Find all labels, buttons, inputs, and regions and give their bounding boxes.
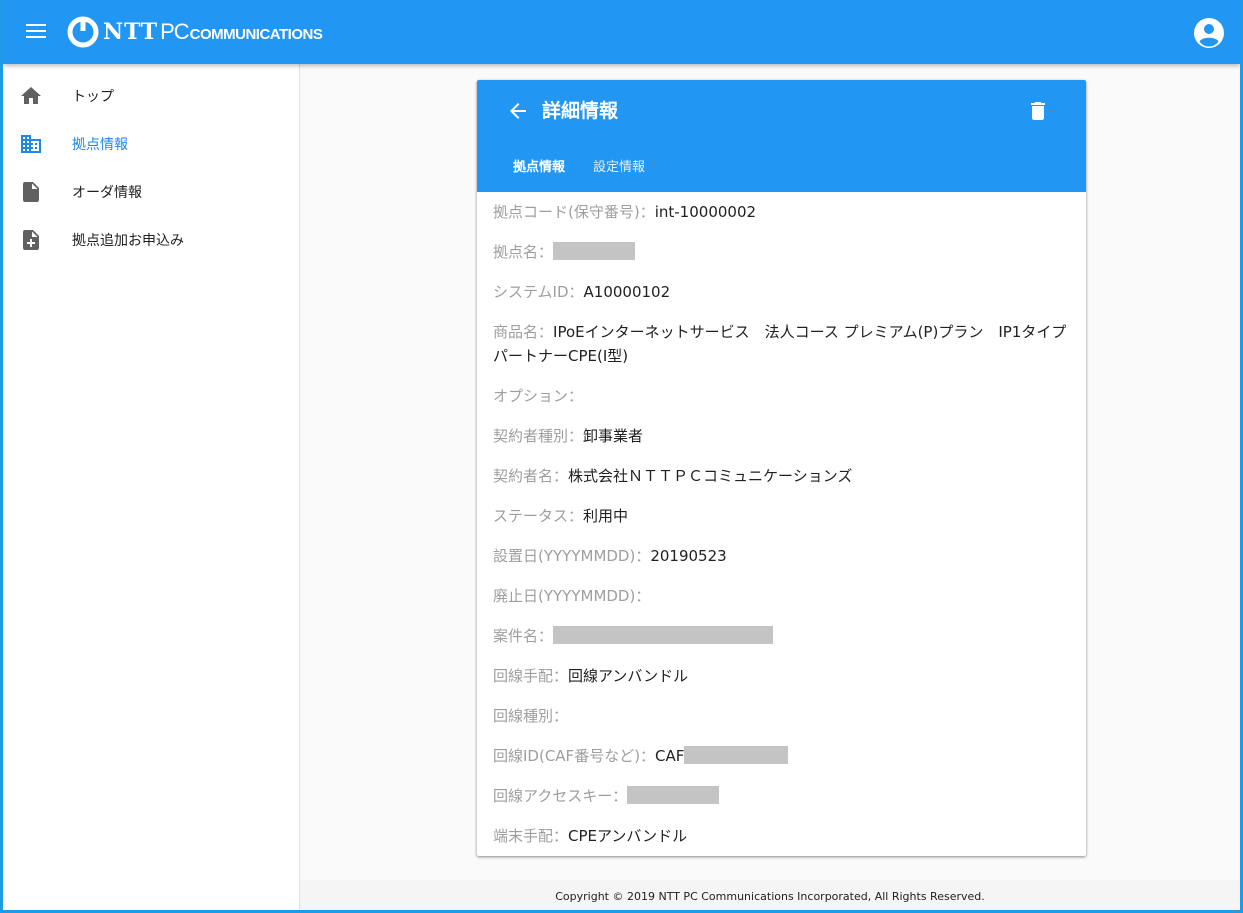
tab-site-info[interactable]: 拠点情報	[513, 156, 565, 175]
field-value: 回線アンバンドル	[568, 667, 689, 685]
sidebar-item-site-info[interactable]: 拠点情報	[3, 120, 299, 168]
document-icon	[23, 182, 39, 202]
tab-settings-info[interactable]: 設定情報	[593, 156, 645, 175]
field-value: CPEアンバンドル	[568, 827, 688, 845]
field-label: 回線種別：	[493, 707, 569, 725]
field-value: 株式会社ＮＴＴＰＣコミュニケーションズ	[568, 467, 853, 485]
field-label: 回線ID(CAF番号など)：	[493, 747, 656, 765]
field-line-id: 回線ID(CAF番号など)：CAF	[493, 744, 1073, 784]
field-label: オプション：	[493, 387, 584, 405]
main-content: 詳細情報 拠点情報 設定情報 拠点コード(保守番号)：int-10000002 …	[300, 64, 1240, 910]
field-project-name: 案件名：	[493, 624, 1073, 664]
field-terminal-arrangement: 端末手配：CPEアンバンドル	[493, 824, 1073, 864]
field-system-id: システムID：A10000102	[493, 280, 1073, 320]
redacted-value	[627, 786, 720, 804]
field-label: 端末手配：	[493, 827, 569, 845]
redacted-value	[553, 626, 774, 644]
page-title: 詳細情報	[542, 100, 619, 122]
home-icon	[21, 87, 41, 104]
sidebar-item-label: 拠点情報	[72, 137, 128, 153]
field-value: CAF	[655, 747, 685, 765]
field-contractor-name: 契約者名：株式会社ＮＴＴＰＣコミュニケーションズ	[493, 464, 1073, 504]
field-label: 案件名：	[493, 627, 554, 645]
field-label: 契約者種別：	[493, 427, 584, 445]
logo-communications-text: COMMUNICATIONS	[189, 26, 323, 43]
sidebar-item-add-site-application[interactable]: 拠点追加お申込み	[3, 216, 299, 264]
card-header: 詳細情報 拠点情報 設定情報	[477, 80, 1086, 192]
field-label: 契約者名：	[493, 467, 569, 485]
sidebar-item-label: トップ	[72, 89, 114, 105]
sidebar-item-label: オーダ情報	[72, 185, 142, 201]
field-label: 商品名：	[493, 323, 554, 341]
field-label: ステータス：	[493, 507, 584, 525]
field-abolish-date: 廃止日(YYYYMMDD)：	[493, 584, 1073, 624]
field-value: int-10000002	[654, 203, 757, 221]
field-value: 20190523	[650, 547, 727, 565]
field-site-name: 拠点名：	[493, 240, 1073, 280]
detail-fields: 拠点コード(保守番号)：int-10000002 拠点名： システムID：A10…	[493, 200, 1073, 864]
app-window: NTT PC COMMUNICATIONS トップ 拠点情報 オーダ情報 拠点追…	[3, 0, 1240, 910]
field-status: ステータス：利用中	[493, 504, 1073, 544]
field-site-code: 拠点コード(保守番号)：int-10000002	[493, 200, 1073, 240]
sidebar-nav: トップ 拠点情報 オーダ情報 拠点追加お申込み	[3, 64, 300, 910]
ntt-logo-mark-icon	[67, 16, 99, 48]
sidebar-item-label: 拠点追加お申込み	[72, 233, 184, 249]
detail-card: 詳細情報 拠点情報 設定情報 拠点コード(保守番号)：int-10000002 …	[477, 80, 1086, 856]
field-label: 拠点名：	[493, 243, 554, 261]
field-line-access-key: 回線アクセスキー：	[493, 784, 1073, 824]
field-value: A10000102	[583, 283, 671, 301]
field-option: オプション：	[493, 384, 1073, 424]
field-value: 卸事業者	[583, 427, 644, 445]
field-label: 廃止日(YYYYMMDD)：	[493, 587, 651, 605]
sidebar-item-order-info[interactable]: オーダ情報	[3, 168, 299, 216]
field-value: IPoEインターネットサービス 法人コース プレミアム(P)プラン IP1タイプ…	[493, 323, 1067, 365]
arrow-back-icon[interactable]	[506, 99, 530, 123]
app-bar: NTT PC COMMUNICATIONS	[3, 0, 1240, 64]
building-icon	[21, 135, 41, 153]
field-label: 回線アクセスキー：	[493, 787, 628, 805]
field-install-date: 設置日(YYYYMMDD)：20190523	[493, 544, 1073, 584]
logo-ntt-text: NTT	[103, 19, 159, 45]
field-label: 回線手配：	[493, 667, 569, 685]
field-label: システムID：	[493, 283, 584, 301]
copyright-text: Copyright © 2019 NTT PC Communications I…	[555, 890, 985, 903]
field-product-name: 商品名：IPoEインターネットサービス 法人コース プレミアム(P)プラン IP…	[493, 320, 1073, 384]
footer: Copyright © 2019 NTT PC Communications I…	[300, 880, 1240, 910]
trash-icon[interactable]	[1026, 99, 1050, 123]
field-label: 拠点コード(保守番号)：	[493, 203, 655, 221]
field-contractor-type: 契約者種別：卸事業者	[493, 424, 1073, 464]
redacted-value	[684, 746, 789, 764]
redacted-value	[553, 242, 636, 260]
ntt-pc-logo: NTT PC COMMUNICATIONS	[67, 14, 323, 50]
document-add-icon	[23, 230, 39, 250]
account-circle-icon[interactable]	[1193, 17, 1225, 49]
logo-pc-text: PC	[160, 19, 190, 44]
field-line-type: 回線種別：	[493, 704, 1073, 744]
menu-icon[interactable]	[23, 20, 49, 44]
field-line-arrangement: 回線手配：回線アンバンドル	[493, 664, 1073, 704]
sidebar-item-top[interactable]: トップ	[3, 72, 299, 120]
field-label: 設置日(YYYYMMDD)：	[493, 547, 651, 565]
field-value: 利用中	[583, 507, 629, 525]
